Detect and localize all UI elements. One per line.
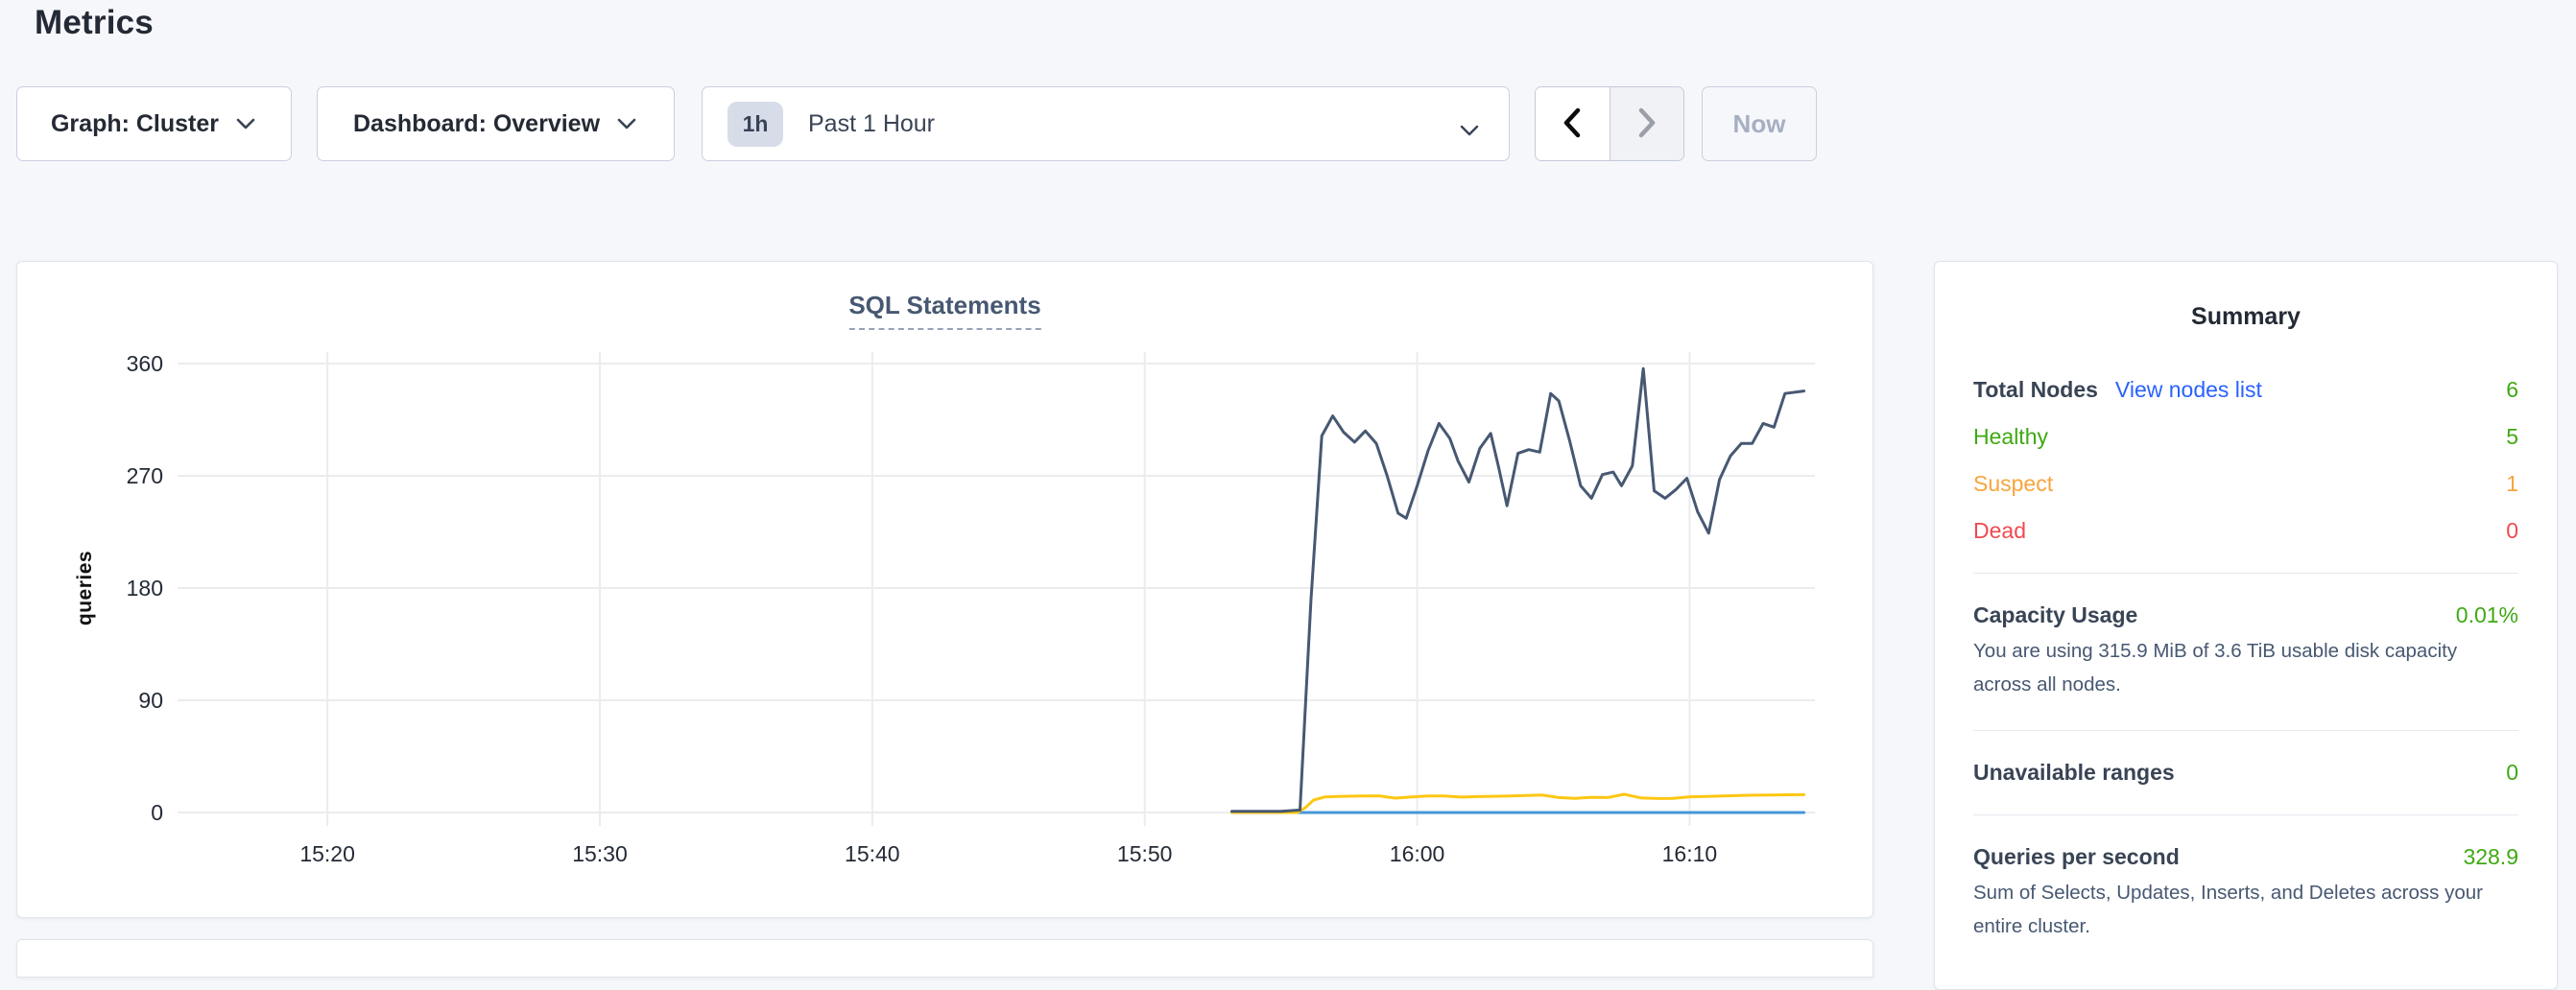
chevron-down-icon bbox=[1459, 117, 1480, 145]
queries-per-second-description: Sum of Selects, Updates, Inserts, and De… bbox=[1973, 876, 2518, 943]
capacity-usage-value: 0.01% bbox=[2456, 602, 2518, 628]
summary-row-suspect: Suspect 1 bbox=[1973, 471, 2518, 497]
suspect-label: Suspect bbox=[1973, 471, 2053, 497]
time-back-button[interactable] bbox=[1536, 87, 1610, 160]
page-title: Metrics bbox=[35, 4, 154, 42]
chevron-down-icon bbox=[615, 116, 638, 131]
dead-value: 0 bbox=[2506, 518, 2518, 544]
chevron-left-icon bbox=[1561, 106, 1584, 142]
graph-dropdown[interactable]: Graph: Cluster bbox=[16, 86, 292, 161]
capacity-usage-description: You are using 315.9 MiB of 3.6 TiB usabl… bbox=[1973, 634, 2518, 701]
now-button[interactable]: Now bbox=[1702, 86, 1817, 161]
unavailable-ranges-value: 0 bbox=[2506, 760, 2518, 786]
svg-text:15:20: 15:20 bbox=[299, 841, 355, 866]
time-range-picker[interactable]: 1h Past 1 Hour bbox=[702, 86, 1510, 161]
svg-text:0: 0 bbox=[151, 800, 163, 825]
summary-row-healthy: Healthy 5 bbox=[1973, 424, 2518, 450]
summary-row-dead: Dead 0 bbox=[1973, 518, 2518, 544]
chevron-right-icon bbox=[1635, 106, 1658, 142]
dashboard-dropdown[interactable]: Dashboard: Overview bbox=[317, 86, 675, 161]
total-nodes-label: Total Nodes bbox=[1973, 377, 2098, 403]
sql-statements-card: SQL Statements queries 09018027036015:20… bbox=[16, 261, 1873, 918]
healthy-label: Healthy bbox=[1973, 424, 2048, 450]
svg-text:180: 180 bbox=[127, 576, 163, 601]
graph-dropdown-label: Graph: Cluster bbox=[51, 110, 219, 138]
svg-text:360: 360 bbox=[127, 351, 163, 376]
divider bbox=[1973, 730, 2518, 731]
svg-text:16:00: 16:00 bbox=[1390, 841, 1445, 866]
svg-text:16:10: 16:10 bbox=[1662, 841, 1718, 866]
dead-label: Dead bbox=[1973, 518, 2026, 544]
next-chart-card bbox=[16, 939, 1873, 978]
time-forward-button[interactable] bbox=[1610, 87, 1684, 160]
divider bbox=[1973, 573, 2518, 574]
time-pager bbox=[1535, 86, 1684, 161]
time-range-label: Past 1 Hour bbox=[808, 110, 935, 138]
svg-text:90: 90 bbox=[138, 688, 163, 713]
svg-text:270: 270 bbox=[127, 463, 163, 488]
summary-section-unavailable-ranges: Unavailable ranges 0 bbox=[1973, 760, 2518, 786]
view-nodes-list-link[interactable]: View nodes list bbox=[2115, 377, 2262, 403]
queries-per-second-value: 328.9 bbox=[2463, 844, 2518, 870]
sql-statements-chart: 0 90 180 270 360 15:20 15:30 15:40 15:50 16:00 16:… bbox=[17, 262, 1874, 919]
divider bbox=[1973, 814, 2518, 815]
svg-text:15:30: 15:30 bbox=[572, 841, 628, 866]
summary-section-capacity: Capacity Usage 0.01% You are using 315.9… bbox=[1973, 602, 2518, 701]
queries-per-second-label: Queries per second bbox=[1973, 844, 2180, 870]
summary-title: Summary bbox=[1973, 303, 2518, 331]
unavailable-ranges-label: Unavailable ranges bbox=[1973, 760, 2175, 786]
chevron-down-icon bbox=[234, 116, 257, 131]
svg-text:15:50: 15:50 bbox=[1117, 841, 1173, 866]
svg-text:15:40: 15:40 bbox=[845, 841, 900, 866]
suspect-value: 1 bbox=[2506, 471, 2518, 497]
summary-panel: Summary Total Nodes View nodes list 6 He… bbox=[1934, 261, 2558, 990]
dashboard-dropdown-label: Dashboard: Overview bbox=[353, 110, 600, 138]
time-range-badge: 1h bbox=[727, 102, 783, 147]
summary-row-total-nodes: Total Nodes View nodes list 6 bbox=[1973, 377, 2518, 403]
capacity-usage-label: Capacity Usage bbox=[1973, 602, 2137, 628]
summary-section-qps: Queries per second 328.9 Sum of Selects,… bbox=[1973, 844, 2518, 943]
healthy-value: 5 bbox=[2506, 424, 2518, 450]
total-nodes-value: 6 bbox=[2506, 377, 2518, 403]
